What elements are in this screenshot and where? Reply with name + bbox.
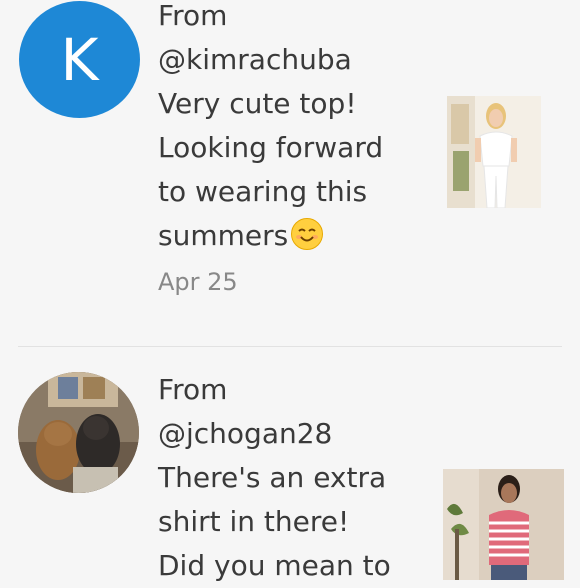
- message-line: summers: [158, 219, 289, 252]
- product-photo-woman-striped-shirt-icon: [443, 469, 564, 580]
- dogs-photo-icon: [18, 372, 139, 493]
- comment-message: Very cute top! Looking forward to wearin…: [158, 82, 418, 258]
- avatar[interactable]: K: [19, 1, 140, 118]
- product-thumbnail[interactable]: [447, 96, 541, 208]
- from-label: From: [158, 0, 228, 32]
- username-link[interactable]: @jchogan28: [158, 412, 418, 456]
- comment-body: From @kimrachuba Very cute top! Looking …: [158, 0, 418, 304]
- message-line: Looking forward: [158, 131, 384, 164]
- message-line: to wearing this: [158, 175, 368, 208]
- comment-date: Apr 25: [158, 268, 238, 296]
- comment-card: From @jchogan28 There's an extra shirt i…: [0, 347, 580, 582]
- from-label: From: [158, 373, 228, 406]
- username-link[interactable]: @kimrachuba: [158, 38, 418, 82]
- message-line: shirt in there!: [158, 505, 350, 538]
- comment-body: From @jchogan28 There's an extra shirt i…: [158, 368, 418, 588]
- product-thumbnail[interactable]: [443, 469, 564, 580]
- message-line: Very cute top!: [158, 87, 357, 120]
- product-photo-woman-white-top-icon: [447, 96, 541, 208]
- message-line: There's an extra: [158, 461, 387, 494]
- message-line: Did you mean to: [158, 549, 391, 582]
- smiling-face-emoji-icon: [291, 218, 324, 250]
- comment-card: K From @kimrachuba Very cute top! Lookin…: [0, 0, 580, 346]
- avatar[interactable]: [18, 372, 139, 493]
- comment-message: There's an extra shirt in there! Did you…: [158, 456, 418, 588]
- avatar-letter: K: [60, 25, 99, 94]
